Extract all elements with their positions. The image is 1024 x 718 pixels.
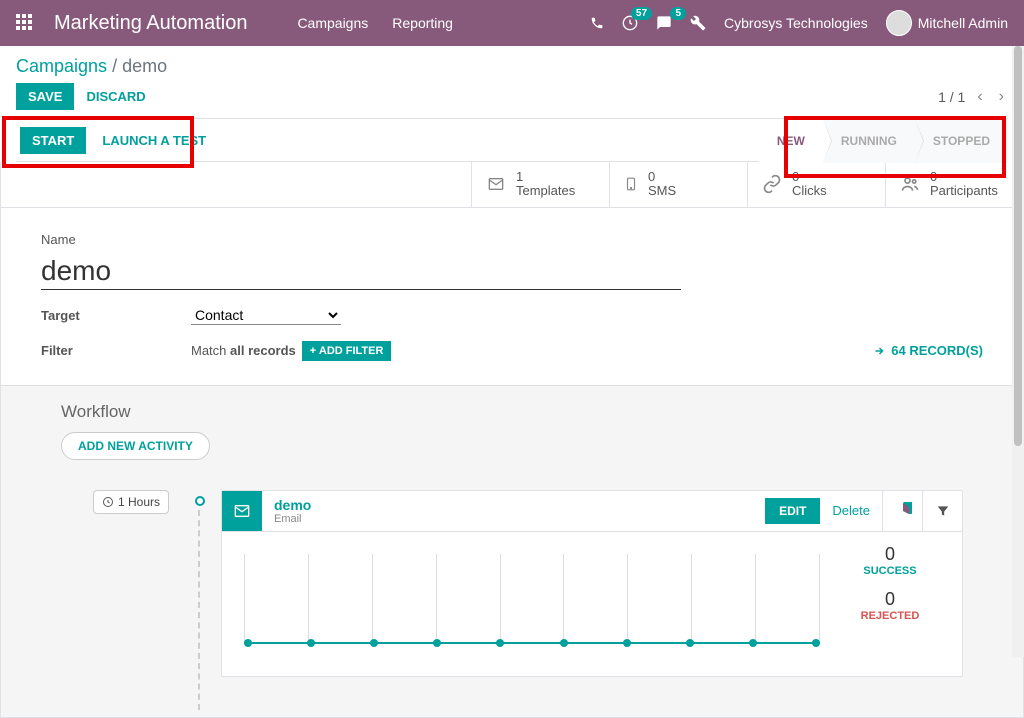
activity-delete-button[interactable]: Delete (820, 497, 882, 524)
status-new[interactable]: NEW (759, 119, 823, 163)
time-badge[interactable]: 1 Hours (93, 490, 169, 514)
success-label: SUCCESS (830, 565, 950, 577)
filter-icon[interactable] (922, 491, 962, 531)
arrow-right-icon (873, 345, 885, 357)
stat-clicks[interactable]: 0Clicks (747, 162, 885, 207)
record-count-link[interactable]: 64 RECORD(S) (873, 343, 983, 358)
envelope-icon (486, 176, 506, 192)
statusbar: START LAUNCH A TEST NEW RUNNING STOPPED (16, 118, 1008, 162)
pager-text: 1 / 1 (938, 89, 965, 105)
control-panel: Campaigns / demo SAVE DISCARD 1 / 1 ‹ › … (0, 46, 1024, 162)
clock-icon[interactable]: 57 (622, 15, 638, 31)
activity-card: demo Email EDIT Delete (221, 490, 963, 677)
activity-edit-button[interactable]: EDIT (765, 498, 820, 524)
phone-icon[interactable] (590, 16, 604, 30)
status-running[interactable]: RUNNING (823, 119, 915, 163)
pager-next-icon[interactable]: › (995, 88, 1008, 106)
users-icon (900, 174, 920, 194)
discard-button[interactable]: DISCARD (74, 83, 157, 110)
stat-sms[interactable]: 0SMS (609, 162, 747, 207)
chat-badge: 5 (670, 7, 686, 20)
activity-chart (234, 544, 830, 664)
name-label: Name (41, 232, 983, 247)
rejected-count: 0 (830, 589, 950, 610)
app-title: Marketing Automation (54, 12, 247, 35)
user-avatar-icon (886, 10, 912, 36)
stat-templates[interactable]: 1Templates (471, 162, 609, 207)
user-menu[interactable]: Mitchell Admin (886, 10, 1008, 36)
target-select[interactable]: Contact (191, 306, 341, 325)
form-sheet: 1Templates 0SMS 0Clicks 0Participants (0, 162, 1024, 718)
clock-badge: 57 (631, 7, 652, 20)
nav-reporting[interactable]: Reporting (392, 15, 453, 31)
name-input[interactable] (41, 253, 681, 290)
company-name[interactable]: Cybrosys Technologies (724, 15, 868, 31)
mobile-icon (624, 174, 638, 194)
activity-type: Email (274, 513, 753, 525)
link-icon (762, 174, 782, 194)
status-stopped[interactable]: STOPPED (915, 119, 1008, 163)
stat-buttons-row: 1Templates 0SMS 0Clicks 0Participants (1, 162, 1023, 208)
start-button[interactable]: START (20, 127, 86, 154)
chat-icon[interactable]: 5 (656, 15, 672, 31)
activity-email-icon (222, 491, 262, 531)
top-navbar: Marketing Automation Campaigns Reporting… (0, 0, 1024, 46)
workflow-section: Workflow ADD NEW ACTIVITY 1 Hours (1, 385, 1023, 717)
success-count: 0 (830, 544, 950, 565)
add-filter-button[interactable]: + ADD FILTER (302, 341, 392, 361)
breadcrumb: Campaigns / demo (16, 56, 1008, 77)
timeline-dot-icon (195, 496, 205, 506)
workflow-title: Workflow (61, 402, 963, 422)
nav-campaigns[interactable]: Campaigns (297, 15, 368, 31)
filter-label: Filter (41, 343, 191, 358)
save-button[interactable]: SAVE (16, 83, 74, 110)
rejected-label: REJECTED (830, 610, 950, 622)
stat-participants[interactable]: 0Participants (885, 162, 1023, 207)
settings-icon[interactable] (690, 15, 706, 31)
activity-name[interactable]: demo (274, 497, 753, 513)
status-steps: NEW RUNNING STOPPED (759, 119, 1008, 161)
pie-chart-icon[interactable] (882, 491, 922, 531)
add-activity-button[interactable]: ADD NEW ACTIVITY (61, 432, 210, 460)
user-name: Mitchell Admin (918, 15, 1008, 31)
launch-test-button[interactable]: LAUNCH A TEST (90, 127, 218, 154)
filter-text: Match all records (191, 343, 296, 358)
timeline-line (198, 510, 200, 710)
breadcrumb-current: demo (122, 56, 167, 76)
clock-small-icon (102, 496, 114, 508)
apps-grid-icon[interactable] (16, 14, 34, 32)
breadcrumb-root[interactable]: Campaigns (16, 56, 107, 76)
vertical-scrollbar[interactable] (1012, 46, 1024, 657)
pager-prev-icon[interactable]: ‹ (973, 88, 986, 106)
target-label: Target (41, 308, 191, 323)
